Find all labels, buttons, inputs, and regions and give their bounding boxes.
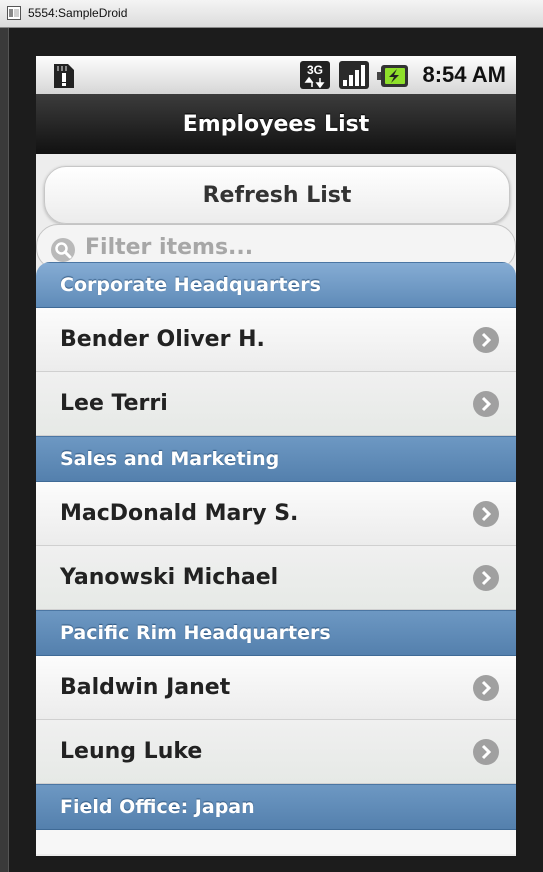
app-window-icon — [7, 6, 21, 20]
page-header: Employees List — [36, 94, 516, 155]
device-screen: 3G 8:54 AM Employees List Refresh List F… — [36, 56, 516, 856]
list-item[interactable]: Baldwin Janet — [36, 656, 516, 720]
chevron-right-icon — [473, 565, 499, 591]
list-item[interactable]: Lee Terri — [36, 372, 516, 436]
chevron-right-icon — [473, 739, 499, 765]
employee-name: Bender Oliver H. — [60, 327, 265, 352]
list-item[interactable]: Bender Oliver H. — [36, 308, 516, 372]
employee-name: Baldwin Janet — [60, 675, 231, 700]
clock: 8:54 AM — [422, 62, 506, 87]
employee-name: Leung Luke — [60, 739, 203, 764]
list-item[interactable]: MacDonald Mary S. — [36, 482, 516, 546]
window-title: 5554:SampleDroid — [28, 6, 128, 20]
window-titlebar[interactable]: 5554:SampleDroid — [0, 0, 543, 28]
employee-name: MacDonald Mary S. — [60, 501, 299, 526]
list-divider-corporate-headquarters: Corporate Headquarters — [36, 262, 516, 308]
chevron-right-icon — [473, 391, 499, 417]
employee-name: Yanowski Michael — [60, 565, 279, 590]
list-divider-pacific-rim-headquarters: Pacific Rim Headquarters — [36, 610, 516, 656]
employee-name: Lee Terri — [60, 391, 168, 416]
list-divider-field-office-japan: Field Office: Japan — [36, 784, 516, 830]
list-item-partial — [36, 830, 516, 854]
content-area: Refresh List Corporate Headquarters Bend… — [36, 154, 516, 856]
sd-card-warning-icon — [54, 64, 74, 88]
network-3g-icon: 3G — [300, 61, 330, 89]
employees-list: Corporate Headquarters Bender Oliver H. … — [36, 262, 516, 854]
refresh-list-button[interactable]: Refresh List — [44, 166, 510, 224]
status-bar: 3G 8:54 AM — [36, 56, 516, 94]
page-title: Employees List — [182, 111, 370, 137]
search-icon — [51, 238, 75, 262]
network-type-label: 3G — [307, 63, 323, 77]
chevron-right-icon — [473, 327, 499, 353]
battery-charging-icon — [377, 65, 408, 87]
chevron-right-icon — [473, 501, 499, 527]
list-divider-sales-and-marketing: Sales and Marketing — [36, 436, 516, 482]
chevron-right-icon — [473, 675, 499, 701]
signal-strength-icon — [339, 61, 369, 89]
list-item[interactable]: Yanowski Michael — [36, 546, 516, 610]
list-item[interactable]: Leung Luke — [36, 720, 516, 784]
filter-input[interactable] — [83, 231, 487, 263]
